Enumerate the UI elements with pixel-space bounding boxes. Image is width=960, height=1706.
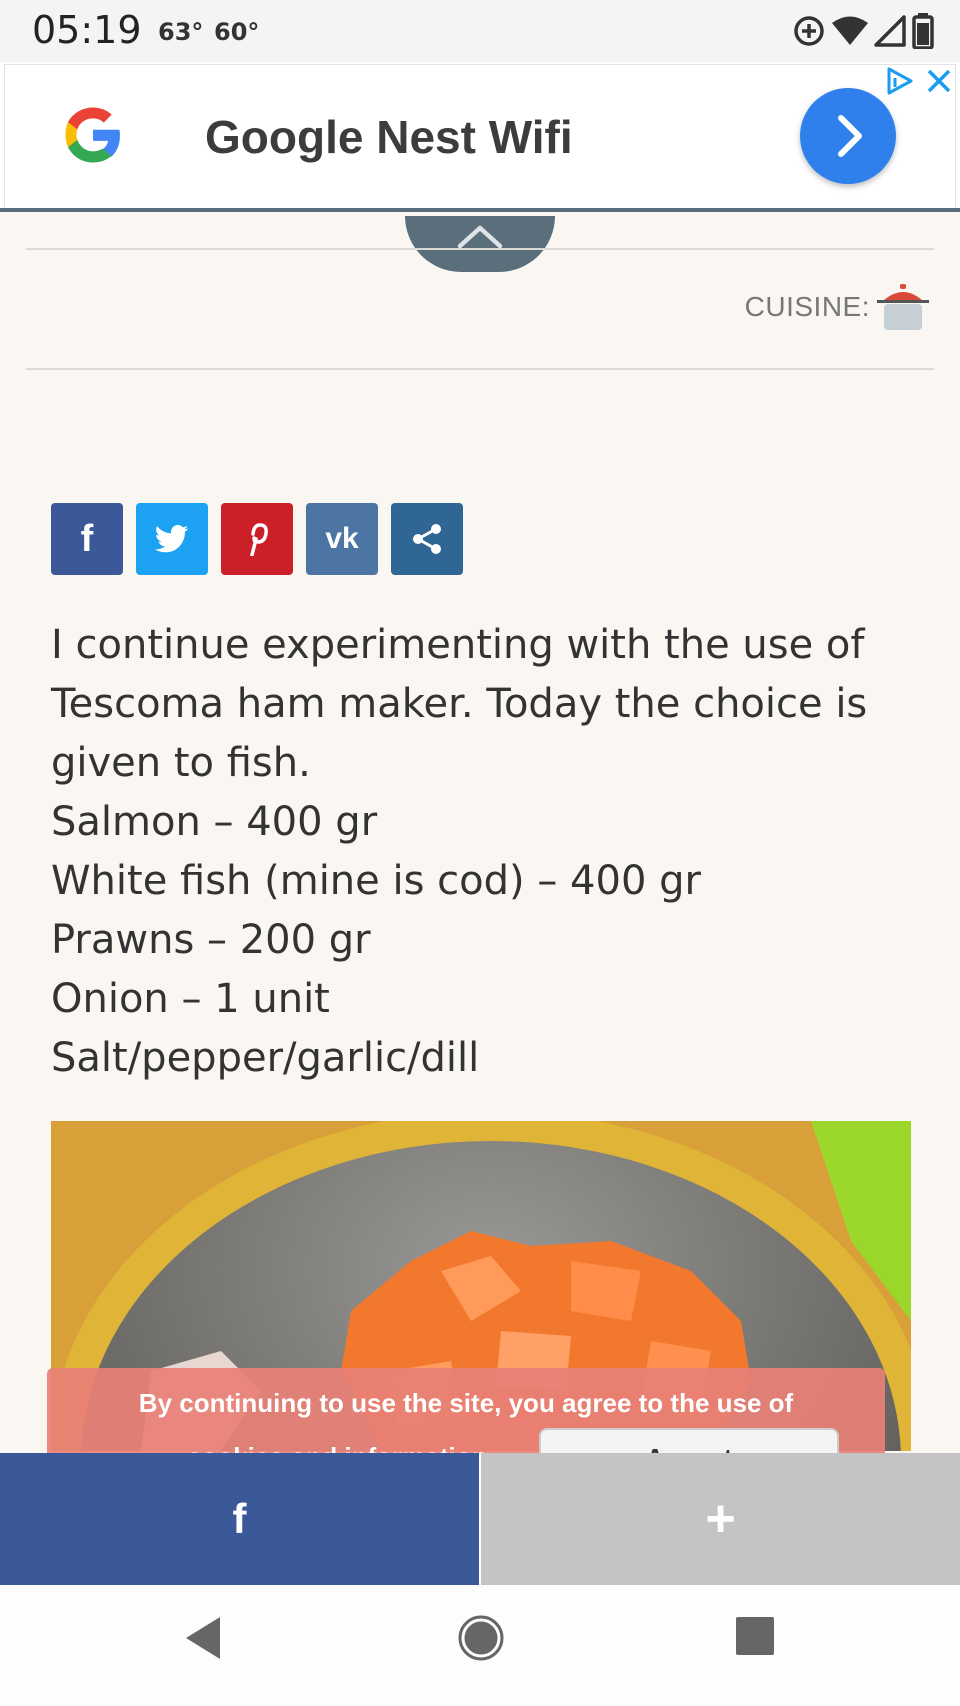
divider [26, 248, 934, 250]
cooking-pot-icon [877, 284, 929, 330]
article-body: I continue experimenting with the use of… [51, 616, 921, 1088]
vk-icon: vk [325, 522, 359, 555]
status-bar: 05:19 63° 60° [0, 0, 960, 62]
home-icon[interactable] [456, 1613, 506, 1663]
sticky-more-button[interactable]: + [481, 1453, 960, 1585]
facebook-icon: f [80, 517, 94, 560]
wifi-icon [832, 16, 868, 45]
recents-icon[interactable] [734, 1613, 776, 1659]
article-intro: I continue experimenting with the use of… [51, 622, 868, 786]
ad-title[interactable]: Google Nest Wifi [205, 110, 573, 164]
divider [26, 368, 934, 370]
battery-icon [912, 13, 934, 49]
sticky-facebook-button[interactable]: f [0, 1453, 481, 1585]
data-saver-icon [794, 16, 824, 46]
share-twitter-button[interactable] [136, 503, 208, 575]
share-icon [413, 524, 441, 554]
navigation-bar [0, 1585, 960, 1706]
status-temperature-secondary: 60° [214, 18, 260, 46]
twitter-icon [155, 525, 189, 553]
ad-banner[interactable]: Google Nest Wifi [0, 62, 960, 212]
ingredient-line: Onion – 1 unit [51, 976, 330, 1022]
status-temperature: 63° [158, 18, 204, 46]
pinterest-icon [250, 523, 268, 556]
ad-close-icon[interactable] [924, 66, 954, 96]
cuisine-meta: CUISINE: [745, 282, 930, 332]
plus-icon: + [705, 1490, 736, 1548]
share-vk-button[interactable]: vk [306, 503, 378, 575]
ingredient-line: Prawns – 200 gr [51, 917, 371, 963]
cookie-notice-text: By continuing to use the site, you agree… [138, 1388, 794, 1418]
google-logo-icon [65, 107, 120, 163]
chevron-right-icon [838, 115, 862, 157]
adchoices-icon[interactable] [884, 66, 914, 96]
back-icon[interactable] [180, 1613, 226, 1663]
ingredient-line: Salmon – 400 gr [51, 799, 378, 845]
ingredient-line: White fish (mine is cod) – 400 gr [51, 858, 701, 904]
share-facebook-button[interactable]: f [51, 503, 123, 575]
status-time: 05:19 [32, 8, 142, 52]
status-icons [792, 12, 934, 50]
ingredient-line: Salt/pepper/garlic/dill [51, 1035, 480, 1081]
collapse-ad-button[interactable] [405, 216, 555, 272]
cuisine-label: CUISINE: [744, 291, 870, 322]
share-buttons: f vk [51, 503, 463, 575]
sticky-share-bar: f + [0, 1453, 960, 1585]
facebook-icon: f [232, 1495, 247, 1542]
share-pinterest-button[interactable] [221, 503, 293, 575]
signal-icon [874, 15, 906, 47]
ad-open-button[interactable] [800, 88, 896, 184]
share-more-button[interactable] [391, 503, 463, 575]
